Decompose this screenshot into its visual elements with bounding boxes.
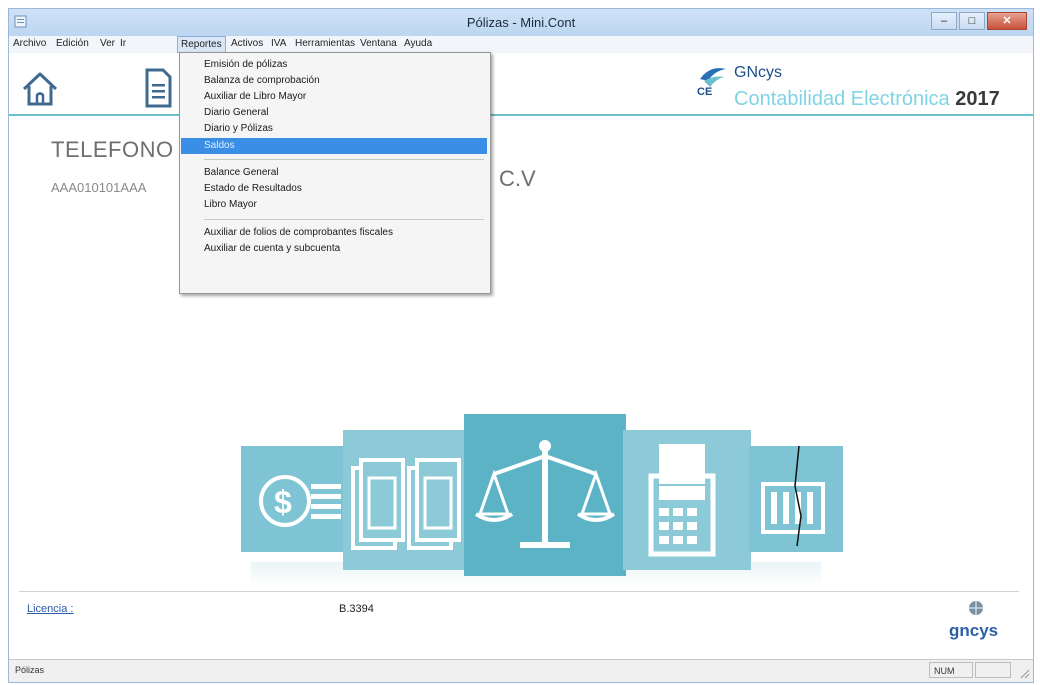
menu-ayuda[interactable]: Ayuda [404, 38, 432, 49]
balance-scale-icon [464, 414, 626, 576]
licencia-link[interactable]: Licencia : [27, 603, 73, 615]
status-cell-empty [975, 662, 1011, 678]
menuitem-estado-resultados[interactable]: Estado de Resultados [181, 181, 487, 197]
document-icon[interactable] [139, 67, 173, 109]
company-name-tail: C.V [499, 166, 536, 191]
menuitem-diario-polizas[interactable]: Diario y Pólizas [181, 121, 487, 137]
menu-separator [204, 219, 484, 220]
brand-year: 2017 [955, 88, 1000, 110]
window-title: Pólizas - Mini.Cont [466, 15, 576, 30]
licencia-value: B.3394 [339, 603, 374, 615]
maximize-icon: □ [968, 15, 976, 27]
menu-edicion[interactable]: Edición [56, 38, 89, 49]
maximize-button[interactable]: □ [959, 12, 985, 30]
brand-name: GNcys [734, 64, 782, 81]
title-bar[interactable]: Pólizas - Mini.Cont – □ ✕ [9, 9, 1033, 36]
menuitem-balanza-comprobacion[interactable]: Balanza de comprobación [181, 73, 487, 89]
minimize-button[interactable]: – [931, 12, 957, 30]
footer-divider [19, 591, 1019, 592]
menu-herramientas[interactable]: Herramientas [295, 38, 355, 49]
header-divider [9, 114, 1033, 116]
menuitem-libro-mayor[interactable]: Libro Mayor [181, 197, 487, 213]
menu-ver[interactable]: Ver [100, 38, 115, 49]
toolbar: CE GNcys Contabilidad Electrónica 2017 [9, 53, 1033, 117]
menu-activos[interactable]: Activos [231, 38, 263, 49]
menu-ventana[interactable]: Ventana [360, 38, 397, 49]
company-name: TELEFONO [51, 137, 174, 162]
menuitem-saldos[interactable]: Saldos [181, 138, 487, 154]
num-lock-indicator: NUM [929, 662, 973, 678]
menu-separator [204, 159, 484, 160]
reportes-dropdown: Emisión de pólizas Balanza de comprobaci… [179, 52, 491, 294]
company-rfc: AAA010101AAA [51, 180, 147, 195]
menu-archivo[interactable]: Archivo [13, 38, 46, 49]
close-button[interactable]: ✕ [987, 12, 1027, 30]
brand-logo: CE GNcys Contabilidad Electrónica 2017 [696, 58, 1031, 118]
gncys-logo-text: gncys [949, 621, 999, 640]
menu-bar: Archivo Edición Ver Ir Reportes Activos … [9, 36, 1033, 53]
money-icon: $ [241, 446, 353, 552]
menuitem-diario-general[interactable]: Diario General [181, 105, 487, 121]
papers-icon [343, 430, 468, 570]
brand-tagline: Contabilidad Electrónica 2017 [734, 88, 1000, 111]
ce-logo-icon: CE [697, 68, 726, 97]
minimize-icon: – [940, 15, 948, 27]
app-window: Pólizas - Mini.Cont – □ ✕ Archivo Edició… [8, 8, 1034, 683]
globe-icon [969, 601, 983, 615]
menuitem-auxiliar-cuenta-subcuenta[interactable]: Auxiliar de cuenta y subcuenta [181, 241, 487, 257]
window-controls: – □ ✕ [929, 12, 1027, 30]
menuitem-auxiliar-folios[interactable]: Auxiliar de folios de comprobantes fisca… [181, 225, 487, 241]
status-text: Pólizas [15, 665, 45, 675]
accounting-illustration: $ [231, 404, 851, 589]
resize-grip-icon[interactable] [1018, 667, 1030, 679]
calculator-icon [623, 430, 751, 570]
ce-logo-text: CE [697, 86, 712, 97]
menu-iva[interactable]: IVA [271, 38, 286, 49]
menu-reportes[interactable]: Reportes [177, 36, 226, 53]
status-bar: Pólizas NUM [9, 659, 1033, 682]
svg-text:$: $ [274, 484, 292, 520]
brand-tagline-text: Contabilidad Electrónica [734, 88, 950, 110]
menuitem-emision-polizas[interactable]: Emisión de pólizas [181, 57, 487, 73]
menu-ir[interactable]: Ir [120, 38, 126, 49]
menuitem-balance-general[interactable]: Balance General [181, 165, 487, 181]
menuitem-auxiliar-libro-mayor[interactable]: Auxiliar de Libro Mayor [181, 89, 487, 105]
close-icon: ✕ [1002, 15, 1012, 27]
home-icon[interactable] [20, 69, 60, 109]
building-icon [749, 446, 843, 552]
